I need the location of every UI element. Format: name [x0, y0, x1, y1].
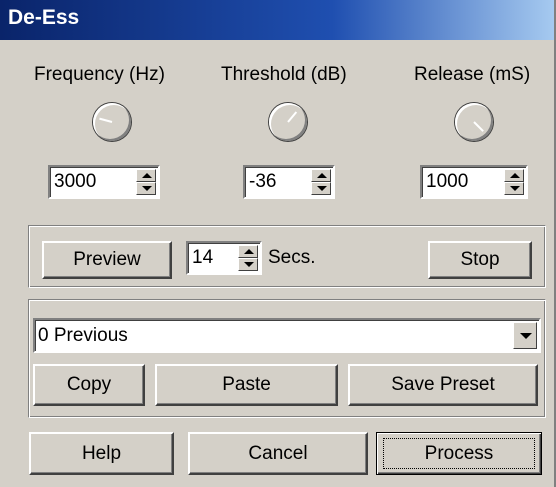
threshold-spinner[interactable]: -36 [243, 165, 335, 199]
preset-dropdown[interactable]: 0 Previous [33, 318, 541, 353]
chevron-down-icon [520, 333, 532, 339]
window-title: De-Ess [8, 6, 80, 29]
arrow-up-icon [244, 249, 254, 254]
process-button[interactable]: Process [376, 432, 542, 475]
threshold-value[interactable]: -36 [249, 171, 276, 193]
arrow-up-icon [510, 173, 520, 178]
arrow-up-icon [142, 173, 152, 178]
release-increment-button[interactable] [504, 169, 524, 182]
threshold-label: Threshold (dB) [221, 64, 347, 85]
copy-button[interactable]: Copy [33, 364, 145, 406]
preview-seconds-spinner[interactable]: 14 [186, 241, 262, 275]
release-label: Release (mS) [414, 64, 531, 85]
title-bar[interactable]: De-Ess [0, 0, 554, 40]
help-button[interactable]: Help [29, 432, 174, 475]
arrow-down-icon [317, 186, 327, 191]
arrow-down-icon [142, 186, 152, 191]
paste-button[interactable]: Paste [155, 364, 338, 406]
threshold-knob[interactable] [269, 103, 307, 141]
preview-seconds-value[interactable]: 14 [192, 247, 213, 269]
preview-button[interactable]: Preview [42, 241, 172, 279]
frequency-decrement-button[interactable] [136, 182, 156, 195]
dropdown-arrow-button[interactable] [513, 322, 537, 349]
release-decrement-button[interactable] [504, 182, 524, 195]
seconds-decrement-button[interactable] [238, 258, 258, 271]
cancel-button[interactable]: Cancel [188, 432, 368, 475]
frequency-value[interactable]: 3000 [54, 171, 96, 193]
seconds-spin-buttons [238, 245, 258, 271]
threshold-spin-buttons [311, 169, 331, 195]
release-value[interactable]: 1000 [426, 171, 468, 193]
release-spin-buttons [504, 169, 524, 195]
arrow-down-icon [510, 186, 520, 191]
frequency-spin-buttons [136, 169, 156, 195]
arrow-up-icon [317, 173, 327, 178]
threshold-decrement-button[interactable] [311, 182, 331, 195]
release-knob[interactable] [455, 103, 493, 141]
frequency-increment-button[interactable] [136, 169, 156, 182]
threshold-increment-button[interactable] [311, 169, 331, 182]
arrow-down-icon [244, 262, 254, 267]
seconds-increment-button[interactable] [238, 245, 258, 258]
frequency-label: Frequency (Hz) [34, 64, 165, 85]
frequency-knob[interactable] [93, 103, 131, 141]
de-ess-dialog: De-Ess Frequency (Hz) Threshold (dB) Rel… [0, 0, 556, 487]
seconds-unit-label: Secs. [268, 247, 316, 268]
release-spinner[interactable]: 1000 [420, 165, 528, 199]
stop-button[interactable]: Stop [428, 241, 532, 279]
save-preset-button[interactable]: Save Preset [348, 364, 538, 406]
preset-selected-value: 0 Previous [38, 325, 128, 346]
frequency-spinner[interactable]: 3000 [48, 165, 160, 199]
focus-ring [383, 438, 535, 469]
